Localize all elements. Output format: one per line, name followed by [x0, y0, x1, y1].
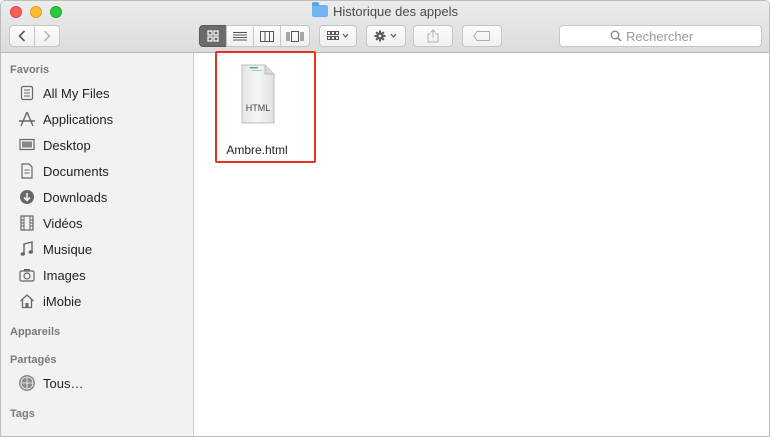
documents-icon [18, 162, 36, 180]
action-menu-button[interactable] [366, 25, 406, 47]
gear-icon [374, 30, 397, 42]
search-input[interactable] [626, 28, 756, 44]
sidebar-section-devices: Appareils [10, 326, 61, 338]
sidebar-item-label: Applications [43, 111, 114, 127]
list-view-button[interactable] [226, 25, 254, 47]
selection-highlight-box [215, 51, 316, 163]
sidebar-item-label: Desktop [43, 137, 91, 153]
camera-icon [18, 266, 36, 284]
icon-grid-icon [207, 30, 219, 42]
forward-button[interactable] [34, 25, 60, 47]
column-view-button[interactable] [253, 25, 281, 47]
folder-icon [311, 2, 328, 17]
sidebar-item-imobie[interactable]: iMobie [18, 289, 188, 313]
share-button[interactable] [413, 25, 453, 47]
network-icon [18, 374, 36, 392]
back-button[interactable] [9, 25, 35, 47]
music-icon [18, 240, 36, 258]
desktop-icon [18, 136, 36, 154]
cover-flow-view-button[interactable] [280, 25, 310, 47]
sidebar-section-shared: Partagés [10, 354, 57, 366]
search-field[interactable] [559, 25, 762, 47]
sidebar-item-downloads[interactable]: Downloads [18, 185, 188, 209]
columns-icon [260, 30, 274, 42]
sidebar: Favoris All My Files Applications Deskto… [1, 53, 194, 436]
sidebar-item-label: Musique [43, 241, 93, 257]
sidebar-item-label: Images [43, 267, 86, 283]
chevron-left-icon [18, 30, 26, 42]
sidebar-item-documents[interactable]: Documents [18, 159, 188, 183]
sidebar-item-label: Tous… [43, 375, 84, 391]
window-title: Historique des appels [1, 2, 769, 19]
sidebar-item-label: Vidéos [43, 215, 83, 231]
tag-icon [473, 31, 490, 41]
chevron-right-icon [43, 30, 51, 42]
icon-view-button[interactable] [199, 25, 227, 47]
home-icon [18, 292, 36, 310]
downloads-icon [18, 188, 36, 206]
sidebar-item-all-my-files[interactable]: All My Files [18, 81, 188, 105]
sidebar-item-desktop[interactable]: Desktop [18, 133, 188, 157]
sidebar-item-shared-all[interactable]: Tous… [18, 371, 188, 395]
arrange-button[interactable] [319, 25, 357, 47]
window-title-text: Historique des appels [332, 4, 459, 19]
share-icon [427, 29, 439, 43]
sidebar-item-music[interactable]: Musique [18, 237, 188, 261]
search-icon [610, 30, 622, 42]
cover-flow-icon [286, 30, 304, 42]
grid-arrange-icon [327, 31, 349, 40]
sidebar-item-label: All My Files [43, 85, 110, 101]
finder-window: Historique des appels Rechercher Favoris… [0, 0, 770, 437]
toolbar: Historique des appels [1, 1, 769, 53]
edit-tags-button[interactable] [462, 25, 502, 47]
all-files-icon [18, 84, 36, 102]
sidebar-section-favorites: Favoris [10, 64, 50, 76]
sidebar-item-label: Documents [43, 163, 109, 179]
list-lines-icon [233, 31, 247, 40]
sidebar-section-tags: Tags [10, 408, 35, 420]
movies-icon [18, 214, 36, 232]
sidebar-item-label: iMobie [43, 293, 82, 309]
sidebar-item-videos[interactable]: Vidéos [18, 211, 188, 235]
sidebar-item-images[interactable]: Images [18, 263, 188, 287]
sidebar-item-applications[interactable]: Applications [18, 107, 188, 131]
sidebar-item-label: Downloads [43, 189, 108, 205]
applications-icon [18, 110, 36, 128]
